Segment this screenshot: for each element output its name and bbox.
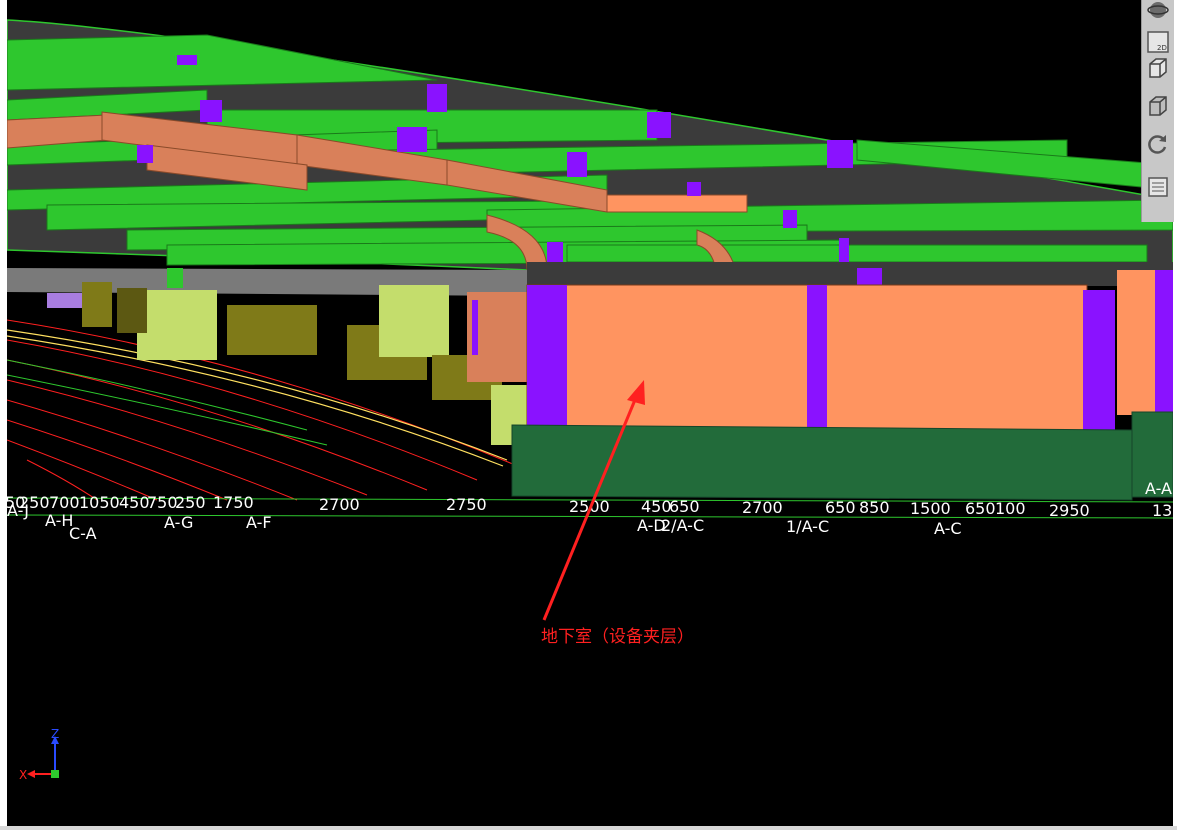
dim-label: 650: [965, 499, 996, 518]
3d-viewport[interactable]: 50 250 700 1050 450 750 250 1750 2700 27…: [7, 0, 1173, 826]
2d-label: 2D: [1157, 44, 1167, 52]
x-axis-label: X: [19, 768, 27, 782]
annotation-label: 地下室（设备夹层）: [541, 627, 694, 647]
axis-label: A-A: [1145, 479, 1172, 498]
dim-label: 700: [49, 493, 80, 512]
dim-label: 250: [175, 493, 206, 512]
axis-label: A-F: [246, 513, 272, 532]
axis-label: 2/A-C: [661, 516, 704, 535]
dim-label: 850: [859, 498, 890, 517]
orbit-icon[interactable]: [1146, 0, 1170, 24]
layers-panel-icon[interactable]: [1146, 175, 1170, 199]
dim-label: 450: [641, 497, 672, 516]
dim-label: 100: [995, 499, 1026, 518]
basement-block: [511, 270, 1173, 501]
dim-label: 2700: [319, 495, 360, 514]
dim-label: 2950: [1049, 501, 1090, 520]
axis-label: 13: [1152, 501, 1172, 520]
view-toolbar: 2D: [1141, 0, 1174, 222]
model-scene[interactable]: 50 250 700 1050 450 750 250 1750 2700 27…: [7, 0, 1173, 826]
z-axis-label: Z: [51, 728, 59, 741]
dim-label: 1750: [213, 493, 254, 512]
dim-label: 650: [825, 498, 856, 517]
axis-label: A-J: [7, 501, 29, 520]
dim-label: 2750: [446, 495, 487, 514]
axis-label: A-C: [934, 519, 962, 538]
dim-label: 650: [669, 497, 700, 516]
dim-label: 1500: [910, 499, 951, 518]
axis-label: C-A: [69, 524, 97, 543]
dim-label: 1050: [79, 493, 120, 512]
axis-label: A-G: [164, 513, 193, 532]
axis-triad: Z X: [19, 728, 59, 782]
pile-caps: [47, 282, 527, 445]
dim-label: 450: [119, 493, 150, 512]
cube-view-icon[interactable]: [1146, 94, 1170, 118]
axis-label: 1/A-C: [786, 517, 829, 536]
status-strip: [0, 826, 1177, 830]
rotate-icon[interactable]: [1146, 132, 1170, 156]
dim-label: 750: [147, 493, 178, 512]
dim-label: 2700: [742, 498, 783, 517]
2d-view-icon[interactable]: 2D: [1146, 30, 1170, 54]
cube-top-icon[interactable]: [1146, 56, 1170, 80]
